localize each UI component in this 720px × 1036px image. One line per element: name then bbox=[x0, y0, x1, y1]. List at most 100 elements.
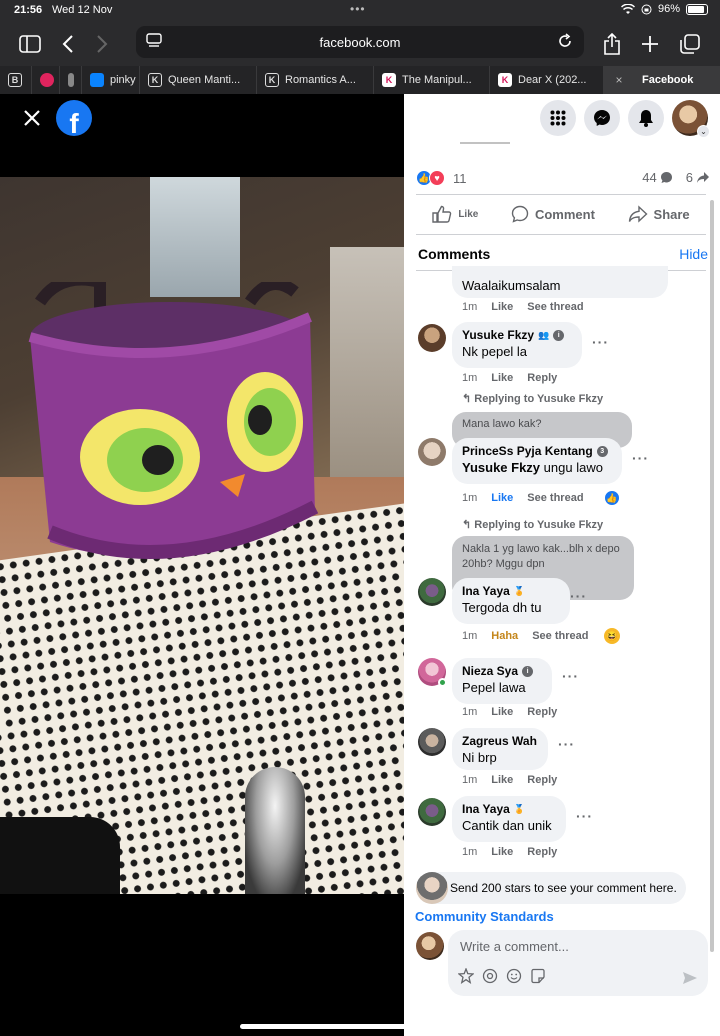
tab-2[interactable] bbox=[60, 66, 82, 94]
hide-comments-button[interactable]: Hide bbox=[679, 246, 708, 262]
share-count[interactable]: 6 bbox=[686, 170, 693, 185]
sticker-icon[interactable] bbox=[530, 968, 546, 984]
comment-like[interactable]: Like bbox=[491, 492, 513, 504]
comment-like[interactable]: Like bbox=[491, 846, 513, 858]
stars-prompt[interactable]: Send 200 stars to see your comment here. bbox=[416, 872, 686, 904]
commenter-name[interactable]: Zagreus Wah bbox=[462, 734, 537, 748]
multitask-dots-icon[interactable]: ••• bbox=[350, 2, 366, 16]
chevron-down-icon[interactable]: ⌄ bbox=[697, 125, 710, 138]
tab-0[interactable]: B bbox=[0, 66, 32, 94]
commenter-name[interactable]: Nieza Sya bbox=[462, 664, 518, 678]
tab-overview-icon[interactable] bbox=[676, 30, 704, 58]
tab-label: Facebook bbox=[642, 74, 694, 86]
comment-text: Cantik dan unik bbox=[462, 818, 552, 833]
mention[interactable]: Yusuke Fkzy bbox=[462, 460, 540, 475]
commenter-name[interactable]: Ina Yaya bbox=[462, 584, 510, 598]
commenter-name-row: Ina Yaya 🏅 bbox=[462, 584, 560, 598]
tab-label: Romantics A... bbox=[285, 74, 356, 86]
tab-facebook[interactable]: × Facebook bbox=[604, 66, 720, 94]
thumbs-up-icon bbox=[432, 205, 452, 223]
owl-bucket-image bbox=[28, 282, 319, 559]
like-button[interactable]: Like bbox=[432, 205, 478, 223]
emoji-icon[interactable] bbox=[506, 968, 522, 984]
comment-more-icon[interactable]: ··· bbox=[562, 668, 579, 684]
profile-avatar[interactable]: ⌄ bbox=[672, 100, 710, 138]
comment-more-icon[interactable]: ··· bbox=[570, 588, 587, 604]
comment-count[interactable]: 44 bbox=[642, 170, 656, 185]
comment-like[interactable]: Like bbox=[491, 301, 513, 313]
sidebar-icon[interactable] bbox=[16, 30, 44, 58]
comment-like[interactable]: Like bbox=[491, 706, 513, 718]
status-time: 21:56 bbox=[14, 4, 43, 16]
address-bar[interactable]: facebook.com bbox=[136, 26, 584, 58]
commenter-avatar[interactable] bbox=[418, 728, 446, 756]
comment-more-icon[interactable]: ··· bbox=[558, 736, 575, 752]
messenger-icon[interactable] bbox=[584, 100, 620, 136]
comment-see-thread[interactable]: See thread bbox=[527, 492, 583, 504]
commenter-avatar[interactable] bbox=[418, 438, 446, 466]
share-icon[interactable] bbox=[598, 30, 626, 58]
share-button[interactable]: Share bbox=[628, 205, 690, 223]
commenter-name[interactable]: PrinceSs Pyja Kentang bbox=[462, 444, 593, 458]
love-reaction-icon: ♥ bbox=[429, 170, 445, 186]
replying-to-text[interactable]: Replying to Yusuke Fkzy bbox=[474, 393, 603, 405]
comment-text-row: Yusuke Fkzy ungu lawo bbox=[462, 460, 612, 475]
replying-to-text[interactable]: Replying to Yusuke Fkzy bbox=[474, 519, 603, 531]
reactions[interactable]: 👍 ♥ 11 bbox=[416, 170, 467, 186]
commenter-name[interactable]: Ina Yaya bbox=[462, 802, 510, 816]
camera-icon[interactable] bbox=[482, 968, 498, 984]
close-icon[interactable] bbox=[22, 108, 42, 128]
write-comment-input[interactable]: Write a comment... bbox=[448, 930, 708, 996]
reload-icon[interactable] bbox=[556, 32, 574, 50]
scrollbar[interactable] bbox=[710, 200, 714, 952]
notifications-bell-icon[interactable] bbox=[628, 100, 664, 136]
video-viewer[interactable]: f bbox=[0, 94, 404, 1036]
tab-5[interactable]: K Romantics A... bbox=[257, 66, 374, 94]
tab-7[interactable]: K Dear X (202... bbox=[490, 66, 604, 94]
commenter-avatar[interactable] bbox=[418, 578, 446, 606]
video-window bbox=[150, 177, 240, 297]
tab-1[interactable] bbox=[32, 66, 60, 94]
commenter-name-row: Nieza Sya i bbox=[462, 664, 542, 678]
commenter-name[interactable]: Yusuke Fkzy bbox=[462, 328, 534, 342]
comment-more-icon[interactable]: ··· bbox=[592, 334, 609, 350]
tab-6[interactable]: K The Manipul... bbox=[374, 66, 490, 94]
stars-prompt-text: Send 200 stars to see your comment here. bbox=[450, 881, 677, 895]
comment-reply[interactable]: Reply bbox=[527, 706, 557, 718]
comment-see-thread[interactable]: See thread bbox=[532, 630, 588, 642]
replying-to: ↰ Replying to Yusuke Fkzy bbox=[462, 518, 603, 531]
wifi-icon bbox=[620, 3, 635, 14]
commenter-avatar[interactable] bbox=[418, 798, 446, 826]
back-icon[interactable] bbox=[54, 30, 82, 58]
comment-label: Comment bbox=[534, 206, 595, 222]
my-avatar[interactable] bbox=[416, 932, 444, 960]
comment-like[interactable]: Like bbox=[491, 774, 513, 786]
avatar-sticker-icon[interactable] bbox=[458, 968, 474, 984]
new-tab-icon[interactable] bbox=[636, 30, 664, 58]
comment-button[interactable]: Comment bbox=[511, 205, 595, 223]
like-label: Like bbox=[458, 208, 479, 220]
comment-reply[interactable]: Reply bbox=[527, 774, 557, 786]
tab-4[interactable]: K Queen Manti... bbox=[140, 66, 257, 94]
send-icon[interactable] bbox=[682, 970, 698, 986]
facebook-logo-icon[interactable]: f bbox=[56, 100, 92, 136]
comment-more-icon[interactable]: ··· bbox=[632, 450, 649, 466]
forward-icon[interactable] bbox=[88, 30, 116, 58]
menu-grid-icon[interactable] bbox=[540, 100, 576, 136]
comment-more-icon[interactable]: ··· bbox=[576, 808, 593, 824]
page-menu-icon[interactable] bbox=[146, 33, 162, 49]
comment-reply[interactable]: Reply bbox=[527, 372, 557, 384]
community-standards-link[interactable]: Community Standards bbox=[415, 909, 554, 924]
close-tab-icon[interactable]: × bbox=[612, 73, 626, 87]
home-indicator[interactable] bbox=[240, 1024, 480, 1029]
share-icon bbox=[628, 205, 648, 223]
commenter-avatar[interactable] bbox=[418, 324, 446, 352]
comment-reply[interactable]: Reply bbox=[527, 846, 557, 858]
comment-like[interactable]: Like bbox=[491, 372, 513, 384]
comment-see-thread[interactable]: See thread bbox=[527, 301, 583, 313]
comment-time: 1m bbox=[462, 492, 478, 504]
commenter-name-row: Zagreus Wah bbox=[462, 734, 538, 748]
tab-3[interactable]: pinky bbox=[82, 66, 140, 94]
video-shadow bbox=[0, 817, 120, 894]
comment-haha[interactable]: Haha bbox=[491, 630, 518, 642]
